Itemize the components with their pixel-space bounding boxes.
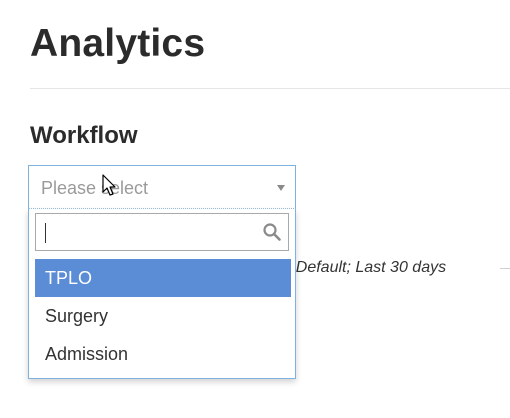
workflow-option-list: TPLO Surgery Admission [35, 259, 291, 373]
workflow-select-placeholder: Please select [41, 178, 149, 198]
chevron-down-icon[interactable] [277, 185, 285, 191]
dropdown-search-input[interactable] [36, 214, 256, 250]
option-surgery[interactable]: Surgery [35, 297, 291, 335]
date-range-hint: r Default; Last 30 days [286, 259, 447, 276]
option-admission[interactable]: Admission [35, 335, 291, 373]
workflow-select[interactable]: Please select [28, 165, 296, 209]
page-title: Analytics [30, 22, 206, 65]
workflow-label: Workflow [30, 122, 138, 149]
title-divider [30, 88, 510, 89]
option-tplo[interactable]: TPLO [35, 259, 291, 297]
workflow-dropdown: TPLO Surgery Admission [28, 209, 296, 379]
search-icon [263, 223, 281, 241]
text-caret [45, 223, 46, 243]
dropdown-search-field[interactable] [35, 213, 289, 251]
divider-tick [500, 268, 510, 269]
